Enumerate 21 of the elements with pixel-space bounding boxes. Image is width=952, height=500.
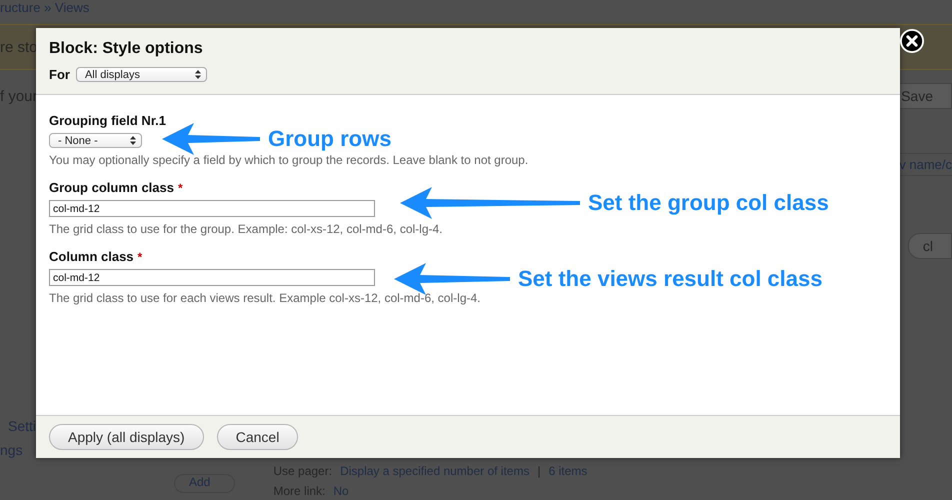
callout-text: Set the group col class xyxy=(588,190,829,216)
up-down-arrows-icon xyxy=(194,70,201,79)
apply-button[interactable]: Apply (all displays) xyxy=(49,424,204,450)
field-label: Column class * xyxy=(49,249,142,264)
up-down-arrows-icon xyxy=(130,136,136,145)
close-icon[interactable] xyxy=(900,29,924,53)
callout-text: Set the views result col class xyxy=(518,266,822,292)
callout-text: Group rows xyxy=(268,126,392,152)
field-description: You may optionally specify a field by which to group the records. Leave blank to not group. xyxy=(49,153,528,167)
input-field[interactable]: col-md-12 xyxy=(49,269,375,286)
field-label: Group column class * xyxy=(49,180,183,195)
field-description: The grid class to use for the group. Example: col-xs-12, col-md-6, col-lg-4. xyxy=(49,222,442,236)
for-label: For xyxy=(49,67,70,82)
grouping-select[interactable]: - None - xyxy=(49,133,142,148)
input-field[interactable]: col-md-12 xyxy=(49,200,375,217)
separator: | xyxy=(537,464,541,478)
field-description: The grid class to use for each views result. Example col-xs-12, col-md-6, col-lg-4. xyxy=(49,291,480,305)
dialog-title: Block: Style options xyxy=(49,40,204,58)
displays-select[interactable]: All displays xyxy=(76,67,207,82)
field-label: Grouping field Nr.1 xyxy=(49,113,166,128)
cancel-button[interactable]: Cancel xyxy=(216,424,298,450)
